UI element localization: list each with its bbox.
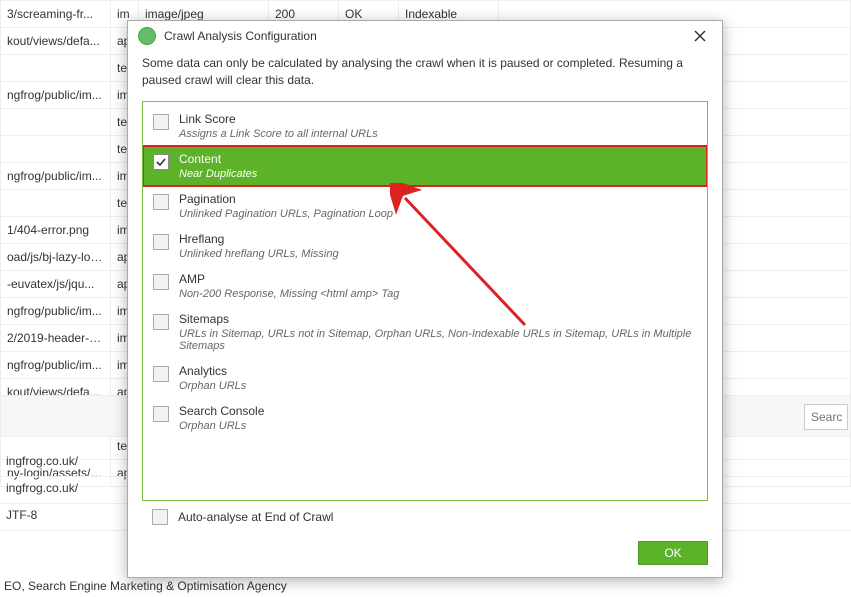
option-row-analytics[interactable]: Analytics Orphan URLs <box>143 358 707 398</box>
table-cell <box>1 55 111 82</box>
option-label: Search Console <box>179 404 264 418</box>
option-label: Link Score <box>179 112 378 126</box>
option-row-sitemaps[interactable]: Sitemaps URLs in Sitemap, URLs not in Sit… <box>143 306 707 358</box>
option-sublabel: Unlinked Pagination URLs, Pagination Loo… <box>179 208 393 220</box>
option-label: Sitemaps <box>179 312 697 326</box>
option-sublabel: Non-200 Response, Missing <html amp> Tag <box>179 288 399 300</box>
option-sublabel: Assigns a Link Score to all internal URL… <box>179 128 378 140</box>
option-checkbox[interactable] <box>153 314 169 330</box>
option-text: Pagination Unlinked Pagination URLs, Pagi… <box>179 192 393 220</box>
check-icon <box>156 157 166 167</box>
table-cell <box>1 109 111 136</box>
dialog-buttons: OK <box>128 533 722 577</box>
option-checkbox[interactable] <box>153 154 169 170</box>
table-cell: 1/404-error.png <box>1 217 111 244</box>
option-checkbox[interactable] <box>153 114 169 130</box>
table-cell: kout/views/defa... <box>1 28 111 55</box>
table-cell: ngfrog/public/im... <box>1 82 111 109</box>
option-sublabel: Orphan URLs <box>179 380 246 392</box>
option-text: Search Console Orphan URLs <box>179 404 264 432</box>
dialog-titlebar: Crawl Analysis Configuration <box>128 21 722 51</box>
option-label: Hreflang <box>179 232 339 246</box>
auto-analyse-checkbox[interactable] <box>152 509 168 525</box>
option-label: Content <box>179 152 257 166</box>
auto-analyse-label: Auto-analyse at End of Crawl <box>178 510 333 524</box>
auto-analyse-row[interactable]: Auto-analyse at End of Crawl <box>128 501 722 533</box>
option-label: Analytics <box>179 364 246 378</box>
options-panel: Link Score Assigns a Link Score to all in… <box>142 101 708 501</box>
option-row-content[interactable]: Content Near Duplicates <box>143 146 707 186</box>
table-cell: -euvatex/js/jqu... <box>1 271 111 298</box>
table-cell: 2/2019-header-n... <box>1 325 111 352</box>
option-checkbox[interactable] <box>153 274 169 290</box>
option-row-search-console[interactable]: Search Console Orphan URLs <box>143 398 707 438</box>
background-footer-text: EO, Search Engine Marketing & Optimisati… <box>4 579 287 593</box>
table-cell: ngfrog/public/im... <box>1 163 111 190</box>
frog-icon <box>138 27 156 45</box>
option-text: Sitemaps URLs in Sitemap, URLs not in Sit… <box>179 312 697 352</box>
option-checkbox[interactable] <box>153 366 169 382</box>
option-label: Pagination <box>179 192 393 206</box>
option-row-hreflang[interactable]: Hreflang Unlinked hreflang URLs, Missing <box>143 226 707 266</box>
table-cell: ngfrog/public/im... <box>1 298 111 325</box>
option-text: Hreflang Unlinked hreflang URLs, Missing <box>179 232 339 260</box>
option-text: Analytics Orphan URLs <box>179 364 246 392</box>
option-sublabel: Orphan URLs <box>179 420 264 432</box>
table-cell: ngfrog/public/im... <box>1 352 111 379</box>
option-sublabel: Near Duplicates <box>179 168 257 180</box>
option-row-amp[interactable]: AMP Non-200 Response, Missing <html amp> … <box>143 266 707 306</box>
option-row-link-score[interactable]: Link Score Assigns a Link Score to all in… <box>143 106 707 146</box>
option-text: AMP Non-200 Response, Missing <html amp> … <box>179 272 399 300</box>
dialog-title: Crawl Analysis Configuration <box>164 29 317 43</box>
option-sublabel: Unlinked hreflang URLs, Missing <box>179 248 339 260</box>
table-cell: oad/js/bj-lazy-loa... <box>1 244 111 271</box>
close-button[interactable] <box>688 24 712 48</box>
table-cell: 3/screaming-fr... <box>1 1 111 28</box>
option-text: Content Near Duplicates <box>179 152 257 180</box>
ok-button[interactable]: OK <box>638 541 708 565</box>
option-checkbox[interactable] <box>153 406 169 422</box>
close-icon <box>694 30 706 42</box>
table-cell <box>1 136 111 163</box>
crawl-analysis-dialog: Crawl Analysis Configuration Some data c… <box>127 20 723 578</box>
option-label: AMP <box>179 272 399 286</box>
dialog-description: Some data can only be calculated by anal… <box>128 51 722 101</box>
search-input[interactable] <box>804 404 848 430</box>
option-text: Link Score Assigns a Link Score to all in… <box>179 112 378 140</box>
option-sublabel: URLs in Sitemap, URLs not in Sitemap, Or… <box>179 328 697 352</box>
option-checkbox[interactable] <box>153 194 169 210</box>
table-cell <box>1 190 111 217</box>
option-row-pagination[interactable]: Pagination Unlinked Pagination URLs, Pagi… <box>143 186 707 226</box>
option-checkbox[interactable] <box>153 234 169 250</box>
